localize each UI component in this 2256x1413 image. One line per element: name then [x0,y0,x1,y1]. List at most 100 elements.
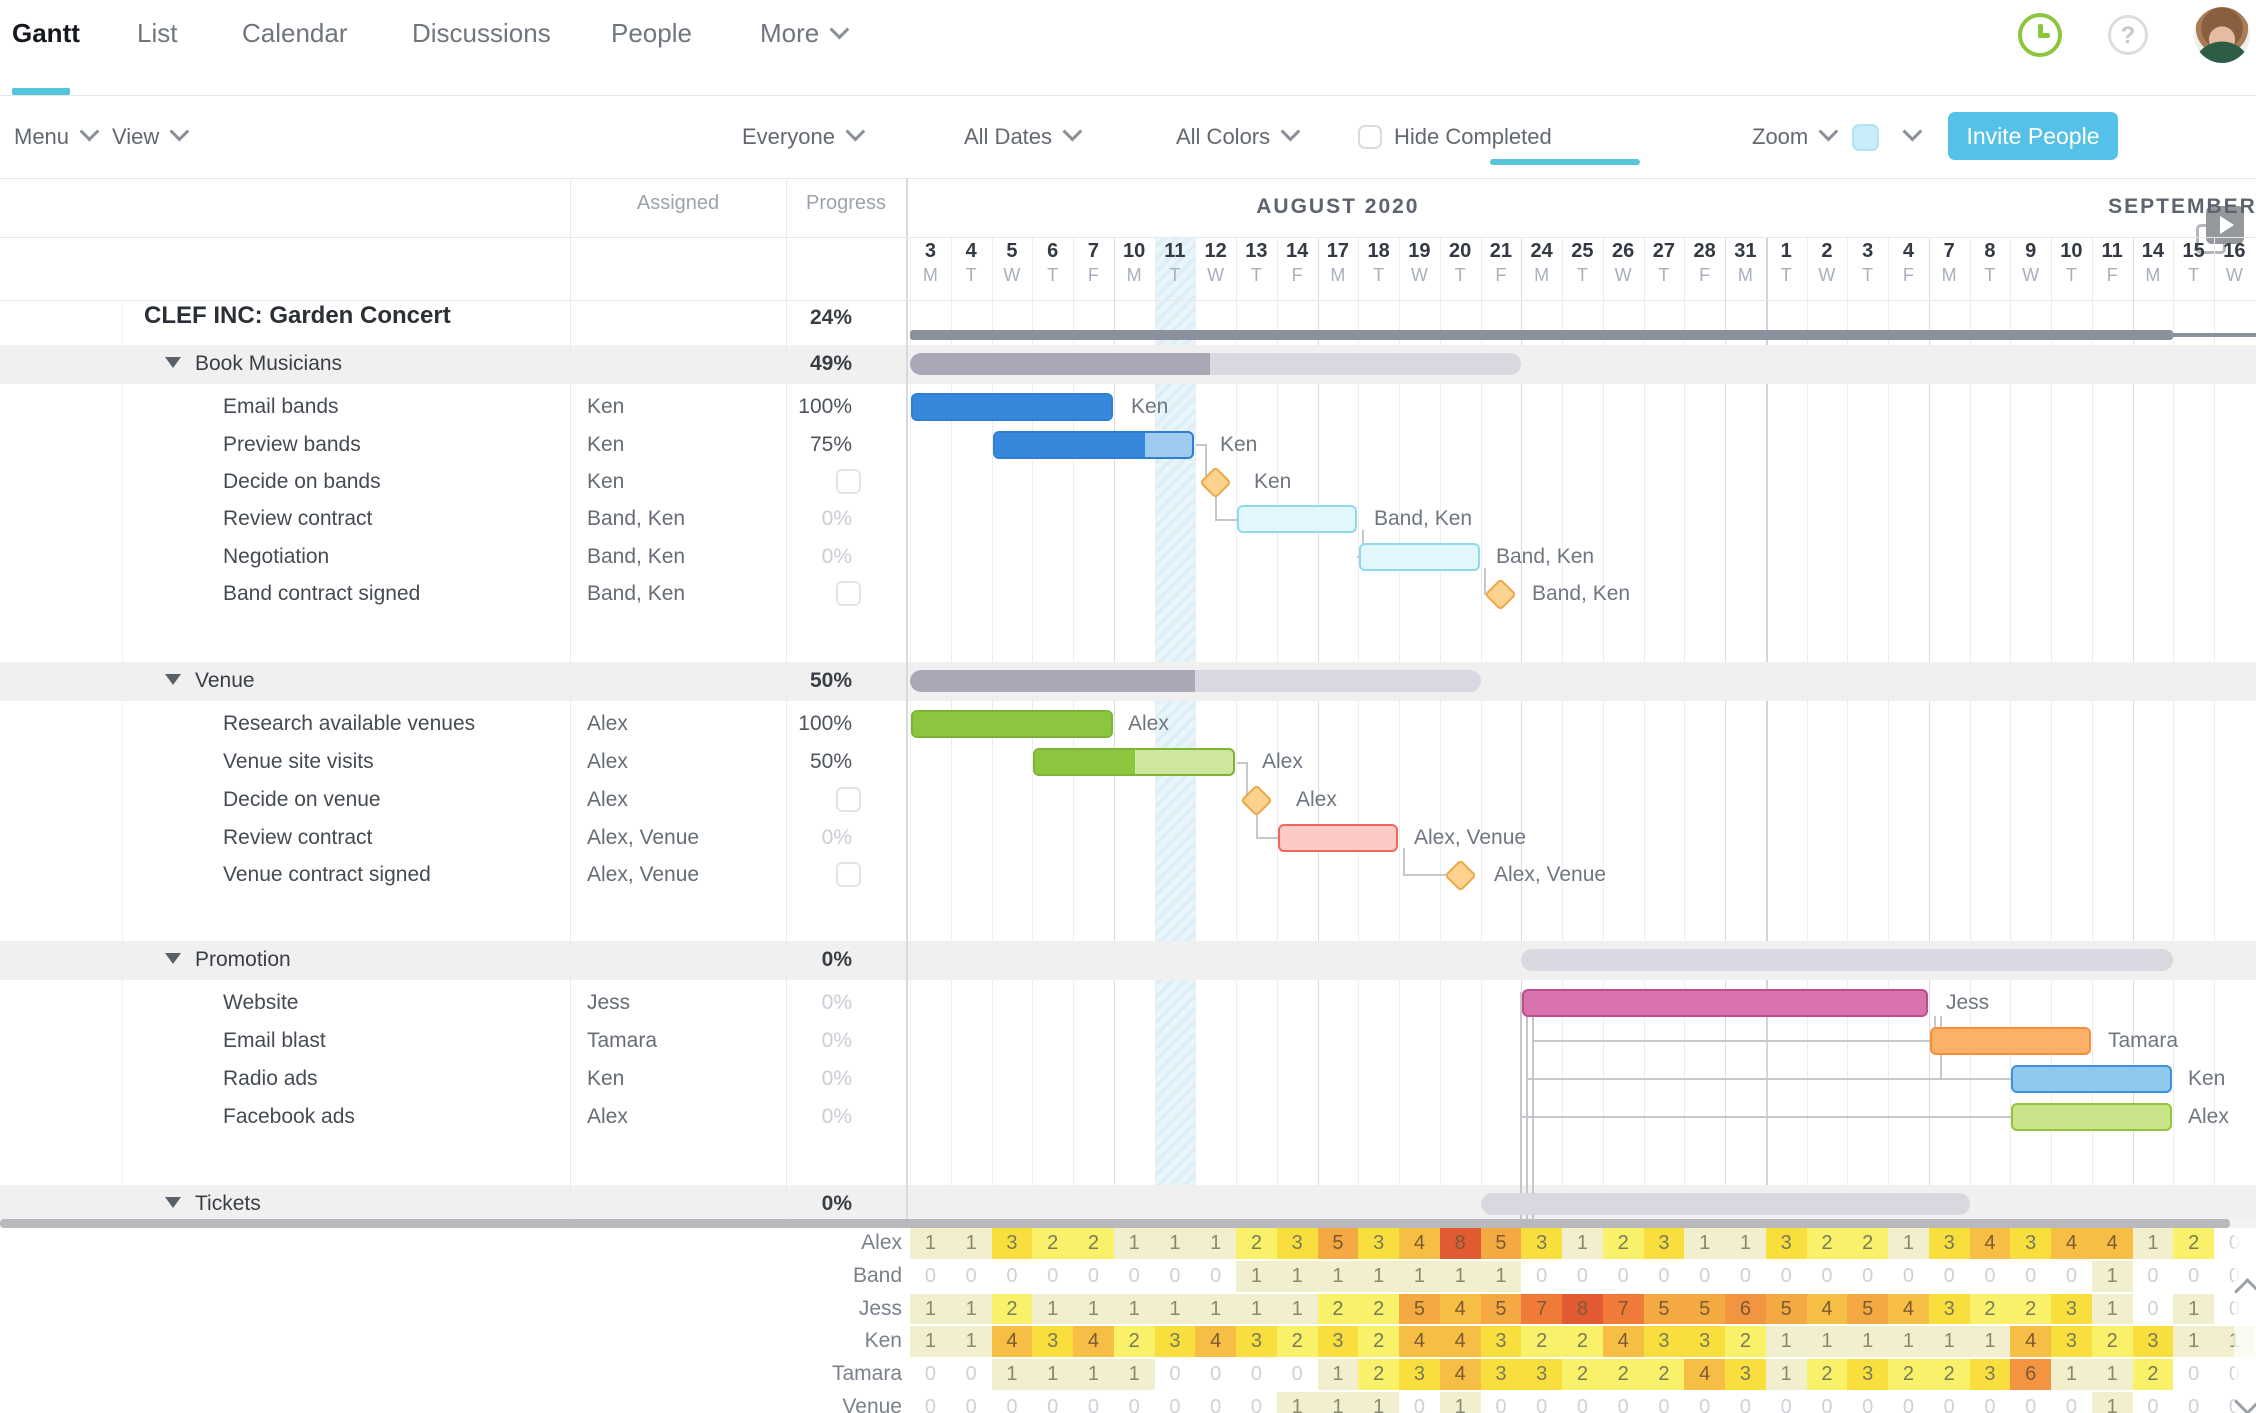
day-of-week: M [1126,265,1142,285]
horizontal-scrollbar-thumb[interactable] [0,1219,2230,1228]
day-of-week: M [1534,265,1550,285]
teamgantt-app: Gantt List Calendar Discussions People More ?… [0,0,2256,1413]
project-summary-bar[interactable] [910,330,2174,340]
collapse-triangle-icon[interactable] [165,674,181,685]
task-row-name[interactable]: Negotiation [223,543,329,571]
bar-assignee-label: Alex [2188,1105,2229,1128]
task-row-name[interactable]: Facebook ads [223,1103,355,1131]
progress-cell: 0% [821,1105,852,1128]
availability-cell: 0 [2132,1260,2174,1292]
nav-item-people[interactable]: People [611,0,692,95]
day-of-week: T [1780,265,1792,285]
section-row-name[interactable]: Venue [165,667,255,695]
task-bar[interactable] [1359,543,1480,571]
task-row-name[interactable]: Email blast [223,1027,326,1055]
group-summary-bar[interactable] [1480,1193,1970,1215]
availability-cell: 0 [1725,1392,1766,1413]
day-gridline [1317,237,1319,1219]
availability-cell: 5 [1399,1293,1440,1325]
day-number: 1 [1780,240,1792,262]
task-bar[interactable] [1033,748,1235,776]
progress-checkbox[interactable] [836,862,861,887]
availability-cell: 0 [2173,1359,2214,1390]
availability-cell: 0 [1195,1392,1236,1413]
availability-cell: 1 [1969,1326,2011,1358]
group-summary-bar[interactable] [910,670,1481,692]
column-separator [570,178,571,1219]
group-summary-bar[interactable] [910,353,1522,375]
task-bar[interactable] [911,393,1113,421]
task-bar[interactable] [1277,824,1398,852]
nav-item-discussions[interactable]: Discussions [412,0,551,95]
group-summary-progress [910,670,1196,692]
availability-cell: 3 [1032,1326,1073,1358]
project-title[interactable]: CLEF INC: Garden Concert [144,302,451,330]
task-bar[interactable] [1522,989,1928,1017]
day-number: 7 [1087,240,1099,262]
availability-cell: 4 [2010,1326,2051,1358]
task-row-name[interactable]: Venue contract signed [223,861,431,889]
availability-cell: 0 [1602,1260,1644,1292]
section-row-name[interactable]: Promotion [165,946,291,974]
task-bar[interactable] [1929,1027,2091,1055]
task-bar[interactable] [2011,1065,2173,1093]
collapse-triangle-icon[interactable] [165,357,181,368]
task-row-name[interactable]: Review contract [223,505,372,533]
progress-checkbox[interactable] [836,787,861,812]
people-filter-dropdown[interactable]: Everyone [742,96,866,178]
availability-cell: 0 [1521,1260,1562,1292]
assigned-cell: Band, Ken [587,545,686,568]
availability-cell: 1 [1195,1228,1236,1259]
task-row-name[interactable]: Radio ads [223,1065,318,1093]
availability-cell: 0 [1765,1392,1807,1413]
task-row-name[interactable]: Band contract signed [223,580,420,608]
collapse-triangle-icon[interactable] [165,1197,181,1208]
availability-cell: 1 [1113,1228,1155,1259]
task-row-name[interactable]: Decide on venue [223,786,381,814]
progress-checkbox[interactable] [836,469,861,494]
availability-cell: 1 [1928,1326,1970,1358]
availability-cell: 2 [1562,1326,1603,1358]
nav-item-list[interactable]: List [137,0,177,95]
availability-cell: 0 [1643,1260,1685,1292]
view-dropdown[interactable]: View [112,96,190,178]
task-row-name[interactable]: Venue site visits [223,748,374,776]
collapse-triangle-icon[interactable] [165,953,181,964]
availability-cell: 2 [1725,1326,1766,1358]
section-row-name[interactable]: Book Musicians [165,350,342,378]
availability-cell: 4 [2091,1228,2133,1259]
day-gridline [1969,237,1971,1219]
task-row-name[interactable]: Research available venues [223,710,475,738]
task-bar[interactable] [911,710,1113,738]
availability-cell: 4 [1602,1326,1644,1358]
group-summary-bar[interactable] [1521,949,2174,971]
task-row-name[interactable]: Review contract [223,824,372,852]
task-row-name[interactable]: Preview bands [223,431,361,459]
nav-item-gantt[interactable]: Gantt [12,0,80,95]
availability-cell: 2 [1602,1359,1644,1390]
availability-cell: 0 [1562,1260,1603,1292]
availability-cell: 0 [1888,1260,1929,1292]
nav-item-calendar[interactable]: Calendar [242,0,348,95]
task-row-name[interactable]: Website [223,989,298,1017]
bar-assignee-label: Alex, Venue [1414,826,1527,849]
task-bar[interactable] [992,431,1195,459]
availability-cell: 7 [1521,1293,1562,1325]
section-row-name[interactable]: Tickets [165,1190,261,1218]
availability-cell: 3 [1236,1326,1277,1358]
availability-cell: 0 [1684,1392,1725,1413]
availability-cell: 0 [1562,1392,1603,1413]
task-row-name[interactable]: Decide on bands [223,468,381,496]
milestone-diamond[interactable] [1240,783,1273,817]
task-bar[interactable] [1237,505,1358,533]
task-bar[interactable] [2011,1103,2173,1131]
bar-assignee-label: Ken [1220,433,1258,456]
day-number: 20 [1449,240,1472,262]
progress-checkbox[interactable] [836,581,861,606]
milestone-diamond[interactable] [1443,858,1477,892]
bar-assignee-label: Tamara [2108,1029,2179,1052]
nav-item-more[interactable]: More [760,0,850,95]
milestone-diamond[interactable] [1484,577,1518,611]
menu-dropdown[interactable]: Menu [14,96,100,178]
task-row-name[interactable]: Email bands [223,393,339,421]
